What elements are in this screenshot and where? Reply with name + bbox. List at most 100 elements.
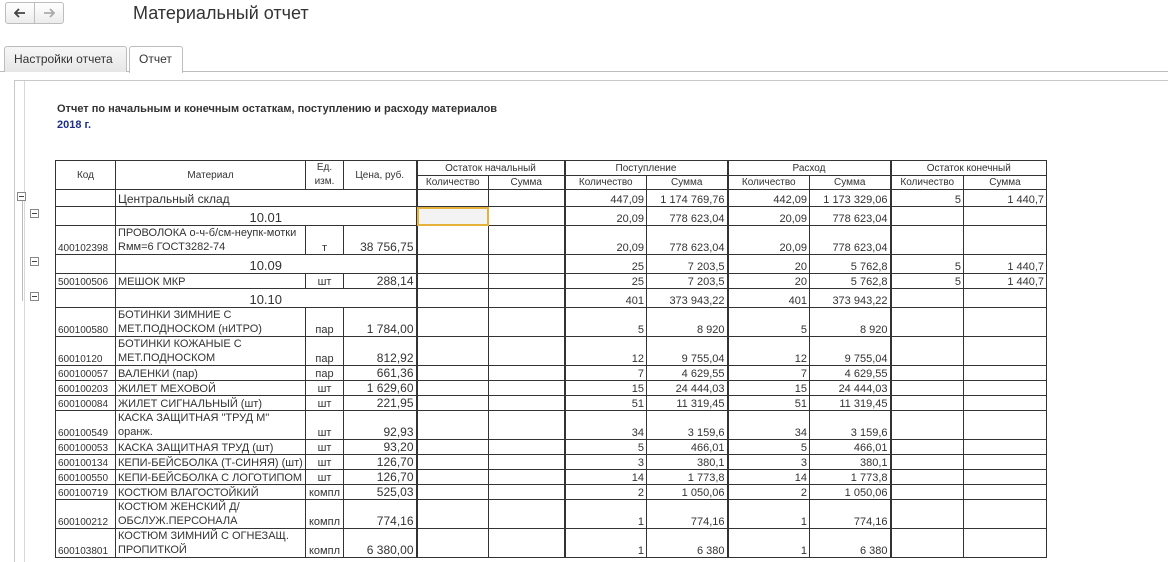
cell-value: 1 <box>563 499 647 529</box>
table-row[interactable]: 600100084 ЖИЛЕТ СИГНАЛЬНЫЙ (шт) шт 221,95 51… <box>55 395 1048 411</box>
header-row: Код Материал Ед. изм. Цена, руб. Остаток… <box>55 159 1048 190</box>
cell-value: 774,16 <box>809 499 891 529</box>
table-row[interactable]: 600100549 КАСКА ЗАЩИТНАЯ "ТРУД М" оранж. ш… <box>55 410 1048 440</box>
row-price: 525,03 <box>343 484 417 500</box>
cell-value: 9 755,04 <box>646 336 728 366</box>
cell-value: 24 444,03 <box>809 380 891 396</box>
cell-value: 5 <box>889 189 964 207</box>
table-row[interactable]: 600100053 КАСКА ЗАЩИТНАЯ ТРУД (шт) шт 93,20… <box>55 439 1048 455</box>
cell-value: 8 920 <box>646 307 728 337</box>
row-code: 600100084 <box>55 395 116 411</box>
empty-cell <box>415 410 489 440</box>
warehouse-row[interactable]: Центральный склад 447,09 1 174 769,76 44… <box>55 189 1048 207</box>
table-row[interactable]: 500100506 МЕШОК МКР шт 288,14 25 7 203,5… <box>55 273 1048 289</box>
empty-cell <box>889 410 964 440</box>
cell-value: 447,09 <box>563 189 647 207</box>
row-price: 221,95 <box>343 395 417 411</box>
header-closing: Остаток конечный <box>889 159 1048 177</box>
empty-cell <box>488 336 565 366</box>
header-sum: Сумма <box>488 175 565 190</box>
row-material: ВАЛЕНКИ (пар) <box>115 365 306 381</box>
back-button[interactable] <box>5 2 35 24</box>
row-unit: компл <box>305 499 344 529</box>
tree-line <box>22 201 23 301</box>
cell-value: 11 319,45 <box>809 395 891 411</box>
row-price: 1 629,60 <box>343 380 417 396</box>
empty-cell <box>889 307 964 337</box>
row-code: 600100550 <box>55 469 116 485</box>
empty-cell <box>415 499 489 529</box>
row-price: 812,92 <box>343 336 417 366</box>
cell-value: 401 <box>563 288 647 308</box>
row-code: 60010120 <box>55 336 116 366</box>
header-sum: Сумма <box>962 175 1048 190</box>
table-row[interactable]: 600100550 КЕПИ-БЕЙСБОЛКА С ЛОГОТИПОМ шт 126… <box>55 469 1048 485</box>
table-row[interactable]: 60010120 БОТИНКИ КОЖАНЫЕ С МЕТ.ПОДНОСКОМ п… <box>55 336 1048 366</box>
empty-cell <box>962 380 1048 396</box>
row-price: 6 380,00 <box>343 528 417 558</box>
header-sum: Сумма <box>809 175 891 190</box>
empty-cell <box>889 499 964 529</box>
empty-cell <box>488 528 565 558</box>
cell-value: 3 <box>563 454 647 470</box>
cell-value: 3 159,6 <box>809 410 891 440</box>
forward-button[interactable] <box>34 2 64 24</box>
tab-report-settings[interactable]: Настройки отчета <box>4 46 127 72</box>
cell-value: 7 203,5 <box>646 254 728 274</box>
row-material: ЖИЛЕТ СИГНАЛЬНЫЙ (шт) <box>115 395 306 411</box>
table-row[interactable]: 600100719 КОСТЮМ ВЛАГОСТОЙКИЙ компл 525,03 2… <box>55 484 1048 500</box>
cell-value: 6 380 <box>809 528 891 558</box>
report-table: Код Материал Ед. изм. Цена, руб. Остаток… <box>55 159 1048 558</box>
cell-value: 9 755,04 <box>809 336 891 366</box>
selected-cell[interactable] <box>415 206 489 226</box>
grouping-gutter <box>24 81 25 562</box>
table-row[interactable]: 600100212 КОСТЮМ ЖЕНСКИЙ Д/ОБСЛУЖ.ПЕРСОНА… <box>55 499 1048 529</box>
header-price: Цена, руб. <box>343 160 417 190</box>
empty-cell <box>488 395 565 411</box>
warehouse-name: Центральный склад <box>115 189 417 207</box>
cell-value: 1 050,06 <box>646 484 728 500</box>
cell-value: 14 <box>563 469 647 485</box>
empty-cell <box>488 410 565 440</box>
group-row[interactable]: 10.01 20,09 778 623,04 20,09 778 623,04 <box>55 206 1048 226</box>
tab-report[interactable]: Отчет <box>129 46 183 73</box>
table-row[interactable]: 600100580 БОТИНКИ ЗИМНИЕ С МЕТ.ПОДНОСКОМ … <box>55 307 1048 337</box>
table-row[interactable]: 600103801 КОСТЮМ ЗИМНИЙ С ОГНЕЗАЩ. ПРОПИТ… <box>55 528 1048 558</box>
cell-value: 466,01 <box>809 439 891 455</box>
group-row[interactable]: 10.09 25 7 203,5 20 5 762,8 5 1 440,7 <box>55 254 1048 274</box>
header-qty: Количество <box>889 175 964 190</box>
cell-value: 25 <box>563 254 647 274</box>
empty-cell <box>415 307 489 337</box>
row-unit: шт <box>305 410 344 440</box>
collapse-icon[interactable] <box>30 209 39 218</box>
group-row[interactable]: 10.10 401 373 943,22 401 373 943,22 <box>55 288 1048 308</box>
row-price: 92,93 <box>343 410 417 440</box>
cell-value: 5 <box>889 273 964 289</box>
group-name: 10.10 <box>115 288 417 308</box>
row-unit: шт <box>305 380 344 396</box>
table-row[interactable]: 600100203 ЖИЛЕТ МЕХОВОЙ шт 1 629,60 15 24 444… <box>55 380 1048 396</box>
cell-value: 5 <box>726 307 810 337</box>
empty-cell <box>415 469 489 485</box>
row-price: 1 784,00 <box>343 307 417 337</box>
cell-value: 34 <box>563 410 647 440</box>
cell-value: 380,1 <box>809 454 891 470</box>
row-price: 126,70 <box>343 454 417 470</box>
cell-value: 2 <box>563 484 647 500</box>
collapse-icon[interactable] <box>30 257 39 266</box>
collapse-icon[interactable] <box>30 292 39 301</box>
empty-cell <box>889 395 964 411</box>
cell-value: 778 623,04 <box>646 206 728 226</box>
cell-value: 20,09 <box>563 225 647 255</box>
cell-value: 20,09 <box>726 206 810 226</box>
cell-value: 1 773,8 <box>646 469 728 485</box>
table-row[interactable]: 400102398 ПРОВОЛОКА о-ч-б/см-неупк-мотки… <box>55 225 1048 255</box>
cell-value: 51 <box>726 395 810 411</box>
row-code: 600100719 <box>55 484 116 500</box>
header-qty: Количество <box>563 175 647 190</box>
empty-cell <box>962 528 1048 558</box>
table-row[interactable]: 600100057 ВАЛЕНКИ (пар) пар 661,36 7 4 629,55… <box>55 365 1048 381</box>
table-row[interactable]: 600100134 КЕПИ-БЕЙСБОЛКА (Т-СИНЯЯ) (шт) шт… <box>55 454 1048 470</box>
cell-value: 25 <box>563 273 647 289</box>
collapse-icon[interactable] <box>17 192 26 201</box>
